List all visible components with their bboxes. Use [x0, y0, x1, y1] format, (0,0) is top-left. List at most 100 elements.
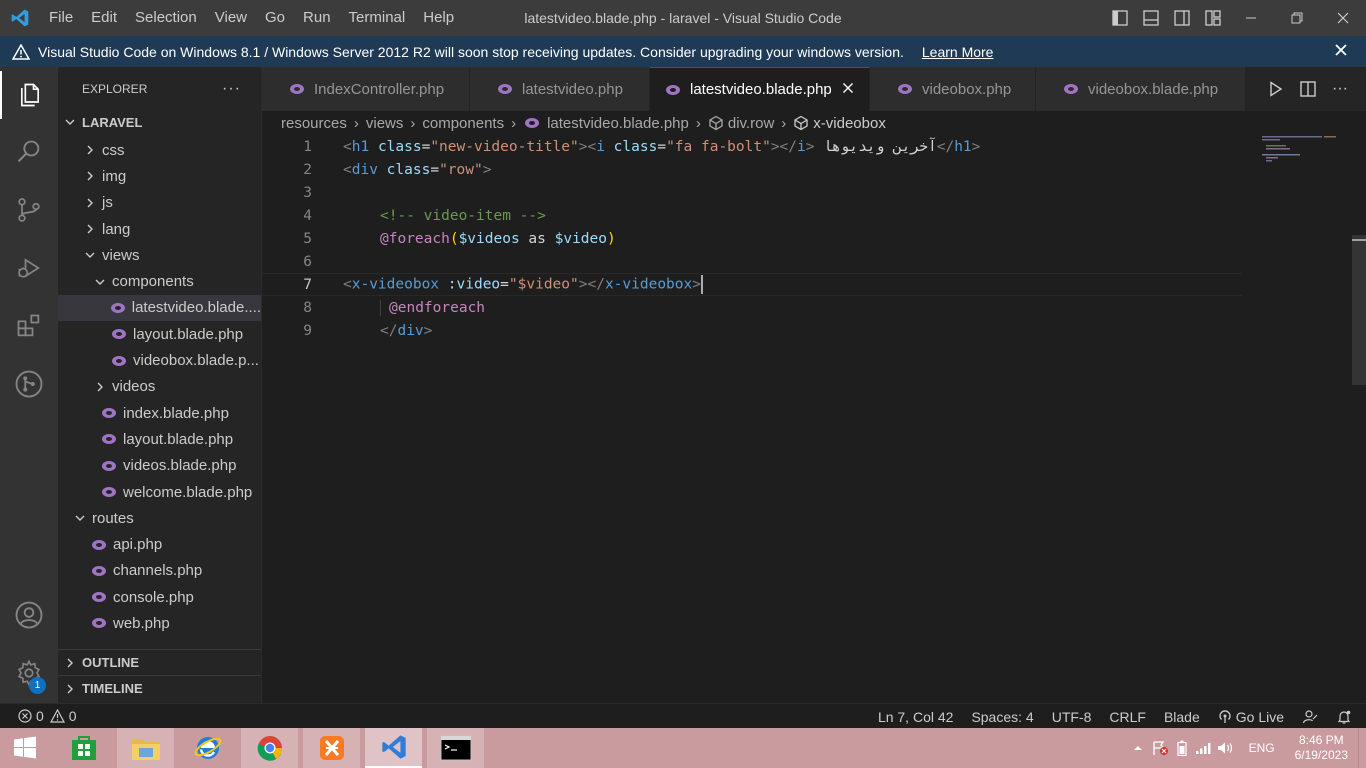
- vertical-scrollbar[interactable]: [1352, 235, 1366, 385]
- learn-more-link[interactable]: Learn More: [922, 44, 994, 60]
- chevron-down-icon: [72, 512, 88, 524]
- tree-folder[interactable]: css: [58, 137, 261, 163]
- tree-folder[interactable]: views: [58, 242, 261, 268]
- more-actions-icon[interactable]: ···: [1324, 80, 1356, 98]
- run-icon[interactable]: [1260, 81, 1292, 97]
- show-desktop-button[interactable]: [1358, 728, 1366, 768]
- customize-layout-icon[interactable]: [1197, 0, 1228, 36]
- chevron-right-icon: ›: [410, 114, 416, 132]
- tree-file[interactable]: videos.blade.php: [58, 453, 261, 479]
- tree-file[interactable]: web.php: [58, 610, 261, 636]
- tree-item-label: layout.blade.php: [133, 325, 244, 343]
- tab-label: videobox.blade.php: [1088, 80, 1219, 98]
- cursor-position[interactable]: Ln 7, Col 42: [869, 709, 963, 725]
- outline-section-header[interactable]: OUTLINE: [58, 649, 261, 675]
- tree-folder[interactable]: img: [58, 163, 261, 189]
- xampp-app-icon[interactable]: [303, 728, 360, 768]
- split-editor-icon[interactable]: [1292, 81, 1324, 97]
- start-button[interactable]: [0, 728, 50, 768]
- command-prompt-app-icon[interactable]: [427, 728, 484, 768]
- toggle-primary-sidebar-icon[interactable]: [1104, 0, 1135, 36]
- go-live-button[interactable]: Go Live: [1209, 709, 1293, 725]
- php-file-icon: [90, 591, 108, 603]
- vscode-app-icon[interactable]: [365, 728, 422, 768]
- close-tab-icon[interactable]: [842, 81, 854, 99]
- close-window-button[interactable]: [1320, 0, 1366, 36]
- tab-indexcontroller[interactable]: IndexController.php: [262, 67, 470, 111]
- tree-file[interactable]: layout.blade.php: [58, 426, 261, 452]
- tree-file[interactable]: videobox.blade.p...: [58, 347, 261, 373]
- menu-edit[interactable]: Edit: [82, 0, 126, 36]
- problems-indicator[interactable]: 0 0: [0, 708, 77, 724]
- restore-button[interactable]: [1274, 0, 1320, 36]
- tree-folder[interactable]: lang: [58, 216, 261, 242]
- line-ending[interactable]: CRLF: [1100, 709, 1155, 725]
- indentation[interactable]: Spaces: 4: [962, 709, 1042, 725]
- git-graph-icon[interactable]: [0, 360, 58, 408]
- tree-file[interactable]: layout.blade.php: [58, 321, 261, 347]
- timeline-section-header[interactable]: TIMELINE: [58, 675, 261, 701]
- breadcrumb-item[interactable]: div.row: [728, 115, 774, 132]
- encoding[interactable]: UTF-8: [1043, 709, 1101, 725]
- action-center-flag-icon[interactable]: [1149, 740, 1171, 756]
- breadcrumb-item[interactable]: latestvideo.blade.php: [547, 115, 689, 132]
- breadcrumb-item[interactable]: x-videobox: [813, 115, 886, 132]
- menu-run[interactable]: Run: [294, 0, 340, 36]
- chrome-app-icon[interactable]: [241, 728, 298, 768]
- chevron-up-icon[interactable]: [1127, 744, 1149, 752]
- breadcrumb-item[interactable]: resources: [281, 115, 347, 132]
- tree-item-label: latestvideo.blade....: [131, 299, 261, 317]
- explorer-icon[interactable]: [0, 71, 58, 119]
- banner-close-icon[interactable]: [1334, 41, 1348, 62]
- code-editor[interactable]: 1 <h1 class="new-video-title"><i class="…: [262, 135, 1366, 703]
- tree-folder[interactable]: js: [58, 190, 261, 216]
- network-signal-icon[interactable]: [1193, 741, 1215, 755]
- tab-videobox[interactable]: videobox.php: [870, 67, 1036, 111]
- breadcrumb-item[interactable]: views: [366, 115, 404, 132]
- accounts-status-icon[interactable]: [1293, 709, 1327, 725]
- accounts-icon[interactable]: [0, 591, 58, 639]
- tab-latestvideo[interactable]: latestvideo.php: [470, 67, 650, 111]
- minimap[interactable]: [1252, 135, 1352, 165]
- tree-file[interactable]: api.php: [58, 531, 261, 557]
- tree-folder[interactable]: routes: [58, 505, 261, 531]
- tree-folder[interactable]: components: [58, 268, 261, 294]
- minimize-button[interactable]: [1228, 0, 1274, 36]
- more-actions-icon[interactable]: ···: [222, 80, 241, 98]
- tree-folder[interactable]: videos: [58, 374, 261, 400]
- run-debug-icon[interactable]: [0, 244, 58, 292]
- project-section-header[interactable]: LARAVEL: [58, 111, 261, 133]
- tab-videobox-blade[interactable]: videobox.blade.php: [1036, 67, 1246, 111]
- menu-go[interactable]: Go: [256, 0, 294, 36]
- source-control-icon[interactable]: [0, 186, 58, 234]
- menu-help[interactable]: Help: [414, 0, 463, 36]
- tree-file[interactable]: console.php: [58, 584, 261, 610]
- volume-icon[interactable]: [1215, 741, 1237, 755]
- store-app-icon[interactable]: [55, 728, 112, 768]
- notifications-bell-icon[interactable]: [1327, 709, 1366, 725]
- menu-file[interactable]: File: [40, 0, 82, 36]
- toggle-secondary-sidebar-icon[interactable]: [1166, 0, 1197, 36]
- tab-latestvideo-blade[interactable]: latestvideo.blade.php: [650, 67, 870, 111]
- search-icon[interactable]: [0, 128, 58, 176]
- menu-terminal[interactable]: Terminal: [340, 0, 415, 36]
- menu-view[interactable]: View: [206, 0, 256, 36]
- menu-selection[interactable]: Selection: [126, 0, 206, 36]
- tree-file[interactable]: welcome.blade.php: [58, 479, 261, 505]
- tree-file[interactable]: index.blade.php: [58, 400, 261, 426]
- tree-file[interactable]: channels.php: [58, 558, 261, 584]
- tree-item-label: components: [112, 273, 194, 291]
- taskbar-clock[interactable]: 8:46 PM 6/19/2023: [1285, 733, 1358, 763]
- breadcrumb-item[interactable]: components: [422, 115, 504, 132]
- toggle-panel-icon[interactable]: [1135, 0, 1166, 36]
- tree-file[interactable]: latestvideo.blade....: [58, 294, 261, 322]
- explorer-title: EXPLORER: [82, 82, 148, 96]
- file-explorer-app-icon[interactable]: [117, 728, 174, 768]
- input-language[interactable]: ENG: [1237, 741, 1285, 755]
- internet-explorer-app-icon[interactable]: [179, 728, 236, 768]
- language-mode[interactable]: Blade: [1155, 709, 1209, 725]
- manage-gear-icon[interactable]: 1: [0, 649, 58, 697]
- clock-date: 6/19/2023: [1294, 748, 1348, 762]
- battery-icon[interactable]: [1171, 740, 1193, 756]
- extensions-icon[interactable]: [0, 302, 58, 350]
